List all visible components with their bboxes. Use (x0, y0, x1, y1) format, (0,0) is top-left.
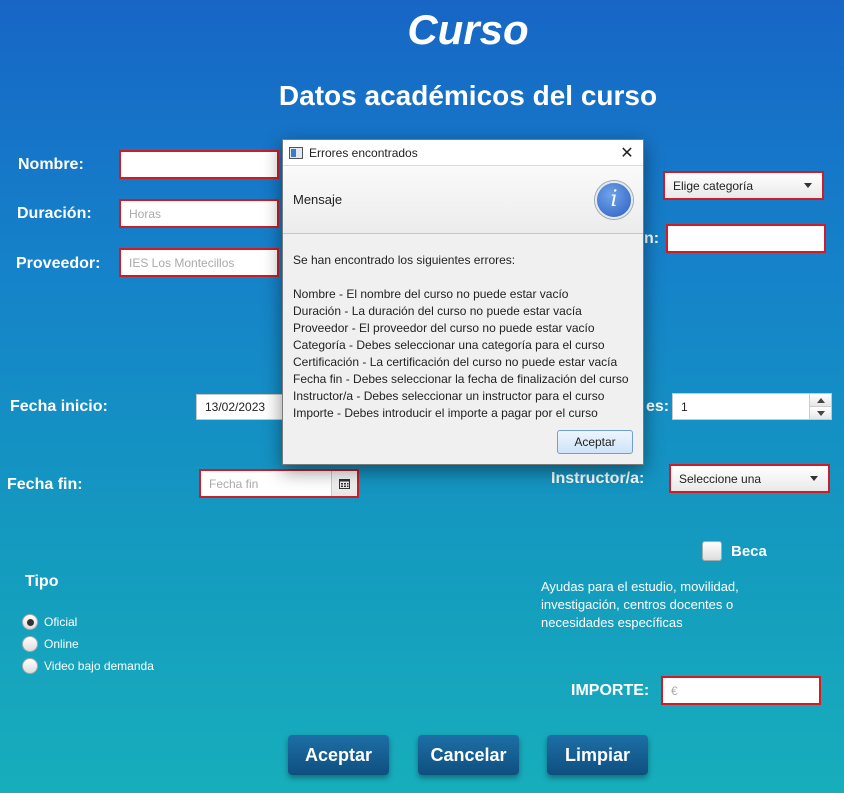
radio-label: Oficial (44, 615, 78, 629)
tipo-label: Tipo (25, 573, 59, 590)
error-item: Importe - Debes introducir el importe a … (293, 406, 598, 420)
clear-button[interactable]: Limpiar (547, 735, 648, 775)
fecha-fin-placeholder: Fecha fin (209, 476, 259, 491)
error-dialog: Errores encontrados ✕ Mensaje i Se han e… (282, 139, 644, 465)
dialog-intro: Se han encontrado los siguientes errores… (293, 253, 516, 267)
fecha-fin-label: Fecha fin: (7, 476, 83, 493)
fecha-inicio-value: 13/02/2023 (205, 400, 266, 414)
proveedor-placeholder: IES Los Montecillos (129, 255, 235, 270)
categoria-select[interactable]: Elige categoría (663, 171, 824, 200)
plazas-label: es: (646, 398, 670, 415)
nombre-input[interactable] (119, 150, 279, 179)
arrow-down-icon (816, 410, 825, 416)
certificacion-label: n: (644, 230, 660, 247)
page-title: Curso (407, 6, 529, 53)
proveedor-label: Proveedor: (16, 255, 101, 272)
dialog-titlebar: Errores encontrados ✕ (283, 140, 643, 166)
beca-description: Ayudas para el estudio, movilidad, inves… (541, 579, 739, 630)
nombre-label: Nombre: (18, 156, 84, 173)
dialog-body: Se han encontrado los siguientes errores… (283, 234, 643, 422)
radio-indicator (22, 658, 38, 674)
radio-dot (26, 618, 34, 626)
importe-input[interactable]: € (661, 676, 821, 705)
instructor-label: Instructor/a: (551, 470, 645, 487)
plazas-value: 1 (681, 399, 688, 414)
radio-online[interactable]: Online (22, 636, 79, 652)
window-icon (289, 146, 303, 159)
fecha-inicio-input[interactable]: 13/02/2023 (196, 394, 296, 420)
importe-label: IMPORTE: (571, 682, 650, 699)
instructor-select[interactable]: Seleccione una (669, 464, 830, 493)
increment-button[interactable] (810, 394, 831, 406)
calendar-icon[interactable] (331, 471, 357, 496)
radio-oficial[interactable]: Oficial (22, 614, 77, 630)
arrow-up-icon (816, 397, 825, 403)
plazas-spinner[interactable]: 1 (672, 393, 832, 420)
error-item: Duración - La duración del curso no pued… (293, 304, 582, 318)
radio-indicator (22, 614, 38, 630)
categoria-value: Elige categoría (673, 178, 754, 193)
duracion-label: Duración: (17, 205, 92, 222)
certificacion-input[interactable] (666, 224, 826, 253)
error-item: Certificación - La certificación del cur… (293, 355, 618, 369)
radio-label: Online (44, 637, 79, 651)
error-item: Categoría - Debes seleccionar una catego… (293, 338, 605, 352)
radio-indicator (22, 636, 38, 652)
beca-checkbox[interactable] (702, 541, 722, 561)
fecha-fin-picker[interactable]: Fecha fin (199, 469, 359, 498)
chevron-down-icon (804, 183, 812, 188)
chevron-down-icon (810, 476, 818, 481)
error-item: Instructor/a - Debes seleccionar un inst… (293, 389, 605, 403)
beca-label: Beca (731, 543, 767, 560)
importe-placeholder: € (671, 683, 678, 698)
dialog-header: Mensaje i (283, 166, 643, 234)
duracion-input[interactable]: Horas (119, 199, 279, 228)
proveedor-input[interactable]: IES Los Montecillos (119, 248, 279, 277)
accept-button[interactable]: Aceptar (288, 735, 389, 775)
page-subtitle: Datos académicos del curso (278, 80, 658, 111)
error-item: Proveedor - El proveedor del curso no pu… (293, 321, 595, 335)
error-item: Nombre - El nombre del curso no puede es… (293, 287, 569, 301)
dialog-ok-button[interactable]: Aceptar (557, 430, 633, 454)
info-icon: i (595, 180, 633, 219)
radio-label: Video bajo demanda (44, 659, 154, 673)
instructor-value: Seleccione una (679, 471, 762, 486)
decrement-button[interactable] (810, 406, 831, 419)
cancel-button[interactable]: Cancelar (418, 735, 519, 775)
close-icon[interactable]: ✕ (617, 143, 637, 163)
duracion-placeholder: Horas (129, 206, 162, 221)
dialog-header-text: Mensaje (293, 192, 343, 207)
fecha-inicio-label: Fecha inicio: (10, 398, 108, 415)
dialog-title: Errores encontrados (309, 145, 418, 160)
radio-video-bajo-demanda[interactable]: Video bajo demanda (22, 658, 154, 674)
error-item: Fecha fin - Debes seleccionar la fecha d… (293, 372, 629, 386)
